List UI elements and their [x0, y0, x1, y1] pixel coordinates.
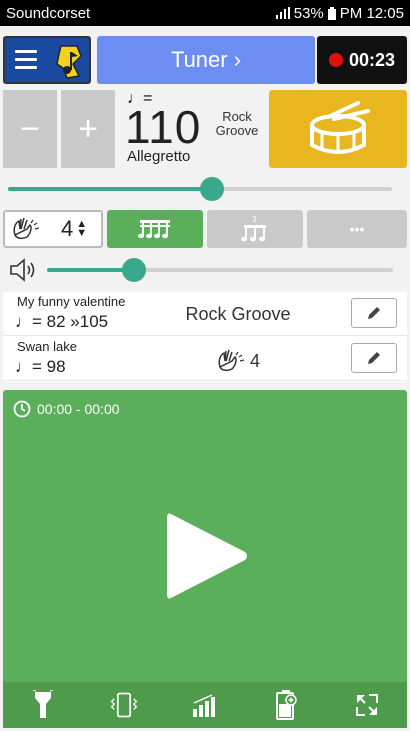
flashlight-button[interactable]	[28, 690, 58, 720]
pencil-icon	[368, 307, 380, 319]
play-panel[interactable]: 00:00 - 00:00	[3, 390, 407, 728]
tempo-minus-button[interactable]: −	[3, 90, 57, 168]
drum-rhythm-button[interactable]	[269, 90, 407, 168]
signal-icon	[275, 7, 290, 19]
top-bar: Tuner › 00:23	[3, 36, 407, 84]
fullscreen-button[interactable]	[352, 690, 382, 720]
song-rhythm: Rock Groove	[185, 304, 291, 324]
mode-row: 4 ▲ ▼ 3 •••	[3, 210, 407, 248]
play-icon[interactable]	[161, 508, 251, 604]
battery-plus-button[interactable]	[271, 690, 301, 720]
song-beats-value: 4	[249, 350, 260, 371]
record-icon	[328, 53, 343, 67]
signal-bars-icon	[192, 694, 215, 717]
tempo-slider-knob[interactable]	[199, 177, 224, 201]
song-item[interactable]: My funny valentine ♩= 82 »105 Rock Groov…	[3, 292, 407, 336]
edit-button[interactable]	[351, 298, 397, 328]
clock-time: PM 12:05	[339, 4, 404, 22]
status-right: 53% PM 12:05	[275, 4, 404, 22]
beats-selector[interactable]: 4 ▲ ▼	[3, 210, 103, 248]
volume-row	[3, 256, 407, 284]
song-beats: 4	[163, 349, 313, 373]
sixteenth-notes-button[interactable]	[107, 210, 203, 248]
timer-value: 00:23	[348, 49, 396, 70]
drum-icon	[310, 101, 370, 154]
speaker-icon	[10, 258, 35, 282]
song-list: My funny valentine ♩= 82 »105 Rock Groov…	[3, 292, 407, 382]
sixteenth-notes-icon	[138, 220, 170, 239]
session-time-value: 00:00 - 00:00	[37, 401, 120, 417]
triplet-button[interactable]: 3	[207, 210, 303, 248]
fullscreen-icon	[355, 694, 378, 716]
triplet-label: 3	[252, 215, 257, 224]
hand-icon	[13, 217, 40, 240]
tempo-slider[interactable]	[8, 177, 392, 201]
rhythm-name-line2: Groove	[215, 123, 259, 138]
rhythm-name[interactable]: Rock Groove	[209, 110, 265, 138]
bpm-value: 110	[125, 101, 202, 153]
menu-button[interactable]	[3, 36, 91, 84]
updown-icon: ▲ ▼	[76, 218, 88, 239]
song-item[interactable]: Swan lake ♩= 98 4	[3, 337, 407, 381]
app-name: Soundcorset	[6, 4, 91, 22]
song-title: My funny valentine	[17, 294, 126, 309]
rhythm-name-line1: Rock	[222, 109, 252, 124]
song-tempo: ♩= 82 »105	[15, 312, 109, 331]
logo-icon	[56, 45, 82, 79]
vibrate-icon	[110, 692, 138, 718]
session-time: 00:00 - 00:00	[13, 400, 120, 418]
bottom-toolbar	[3, 682, 407, 728]
volume-slider[interactable]	[47, 258, 393, 282]
tempo-slider-fill	[8, 187, 212, 191]
signal-bars-button[interactable]	[190, 690, 220, 720]
record-timer-button[interactable]: 00:23	[317, 36, 407, 84]
status-bar: Soundcorset 53% PM 12:05	[0, 0, 410, 26]
hand-icon	[218, 349, 245, 372]
song-title: Swan lake	[17, 339, 77, 354]
vibrate-button[interactable]	[109, 690, 139, 720]
beats-value: 4	[61, 216, 74, 241]
volume-slider-fill	[47, 268, 134, 272]
battery-percent: 53%	[293, 4, 324, 22]
hamburger-icon	[15, 50, 37, 74]
tempo-row: − + ♩= 110 Allegretto Rock Groove	[3, 90, 407, 168]
pencil-icon	[368, 352, 380, 364]
flashlight-icon	[33, 690, 54, 718]
tempo-plus-button[interactable]: +	[61, 90, 115, 168]
clock-icon	[13, 400, 31, 418]
song-tempo: ♩= 98	[15, 357, 66, 376]
volume-slider-knob[interactable]	[121, 258, 146, 282]
triplet-icon: 3	[241, 215, 266, 242]
battery-plus-icon	[275, 690, 297, 720]
tuner-button[interactable]: Tuner ›	[97, 36, 315, 84]
battery-icon	[327, 6, 336, 20]
edit-button[interactable]	[351, 343, 397, 373]
tempo-name: Allegretto	[127, 148, 191, 165]
more-button[interactable]: •••	[307, 210, 407, 248]
